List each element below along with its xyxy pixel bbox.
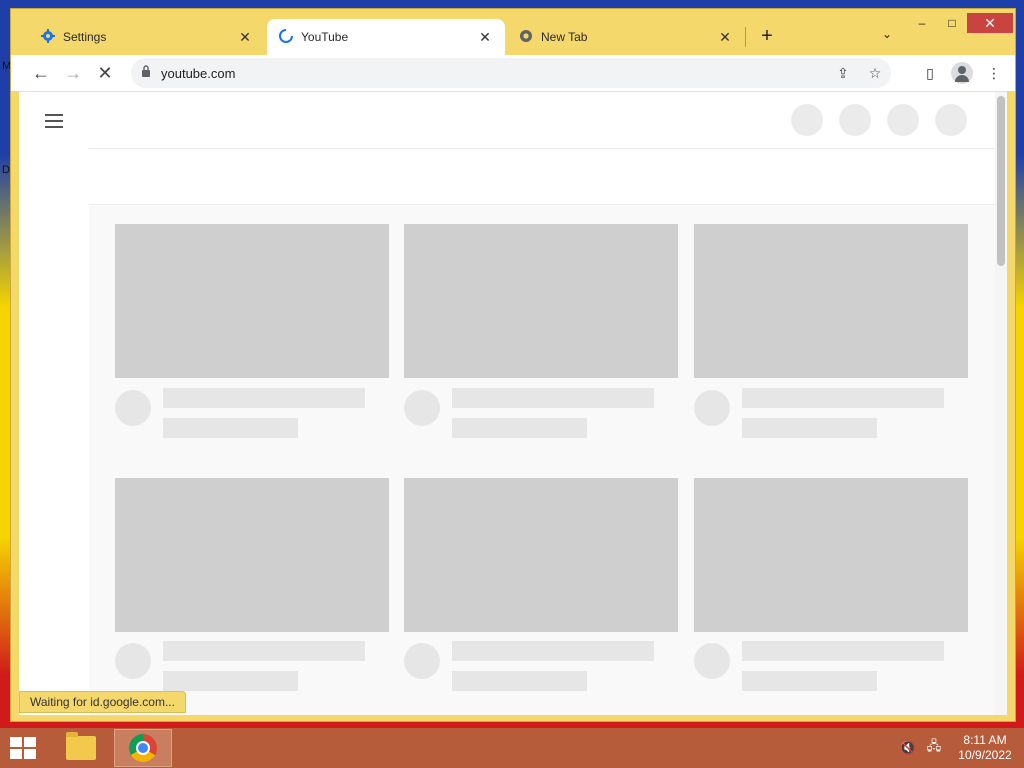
start-button[interactable]: [8, 736, 38, 760]
close-tab-button[interactable]: ✕: [477, 29, 493, 45]
new-tab-button[interactable]: +: [755, 25, 779, 49]
video-thumbnail-placeholder: [404, 478, 678, 632]
folder-icon: [66, 732, 96, 760]
tab-title: New Tab: [541, 30, 588, 44]
hamburger-menu-icon[interactable]: [45, 114, 63, 132]
vertical-scrollbar[interactable]: [995, 92, 1007, 715]
system-tray: 🔇 🖧 8:11 AM 10/9/2022: [898, 728, 1024, 768]
avatar: [951, 62, 973, 84]
taskbar-file-explorer[interactable]: [52, 729, 110, 767]
meta-placeholder: [163, 418, 298, 438]
loading-spinner-icon: [279, 28, 293, 46]
clock-time: 8:11 AM: [963, 733, 1007, 747]
gear-icon: [41, 28, 55, 46]
channel-avatar-placeholder: [404, 643, 440, 679]
video-grid: [89, 206, 995, 715]
network-icon[interactable]: 🖧: [924, 738, 944, 758]
maximize-button[interactable]: □: [937, 13, 967, 33]
meta-placeholder: [452, 671, 587, 691]
tab-youtube[interactable]: YouTube ✕: [267, 19, 505, 55]
address-bar[interactable]: youtube.com ⇪ ☆: [131, 58, 891, 88]
menu-kebab-icon[interactable]: ⋮: [983, 61, 1005, 85]
tab-strip: Settings ✕ YouTube ✕ New Tab ✕ + ⌄ – □ ✕: [11, 9, 1015, 55]
channel-avatar-placeholder: [404, 390, 440, 426]
url-text: youtube.com: [161, 65, 236, 81]
chrome-icon: [129, 734, 157, 762]
stop-button[interactable]: ✕: [91, 59, 119, 87]
browser-toolbar: ← → ✕ youtube.com ⇪ ☆ ▯ ⋮: [11, 55, 1015, 91]
taskbar-chrome[interactable]: [114, 729, 172, 767]
share-icon[interactable]: ⇪: [833, 63, 853, 83]
tab-separator: [745, 27, 746, 47]
video-thumbnail-placeholder: [694, 478, 968, 632]
profile-button[interactable]: [951, 61, 973, 85]
close-tab-button[interactable]: ✕: [237, 29, 253, 45]
clock-date: 10/9/2022: [958, 748, 1012, 762]
header-placeholder-circle: [887, 104, 919, 136]
tab-search-button[interactable]: ⌄: [877, 27, 897, 47]
bookmark-star-icon[interactable]: ☆: [865, 63, 885, 83]
video-thumbnail-placeholder: [694, 224, 968, 378]
title-placeholder: [452, 388, 654, 408]
title-placeholder: [163, 388, 365, 408]
tab-title: YouTube: [301, 30, 349, 44]
header-placeholder-circle: [791, 104, 823, 136]
omnibox-actions: ⇪ ☆: [833, 63, 885, 83]
status-bubble: Waiting for id.google.com...: [19, 691, 186, 713]
channel-avatar-placeholder: [694, 643, 730, 679]
desktop-icon-label-d: D: [2, 164, 10, 176]
title-placeholder: [742, 641, 944, 661]
meta-placeholder: [742, 418, 877, 438]
page-viewport: [19, 91, 1007, 715]
side-panel-icon[interactable]: ▯: [919, 61, 941, 85]
meta-placeholder: [742, 671, 877, 691]
chrome-icon: [519, 29, 533, 46]
clock[interactable]: 8:11 AM 10/9/2022: [950, 733, 1020, 763]
back-button[interactable]: ←: [27, 59, 55, 87]
close-window-button[interactable]: ✕: [967, 13, 1013, 33]
window-controls: – □ ✕: [907, 13, 1013, 33]
video-thumbnail-placeholder: [404, 224, 678, 378]
browser-window: Settings ✕ YouTube ✕ New Tab ✕ + ⌄ – □ ✕: [10, 8, 1016, 722]
toolbar-right: ▯ ⋮: [919, 61, 1005, 85]
meta-placeholder: [163, 671, 298, 691]
channel-avatar-placeholder: [694, 390, 730, 426]
title-placeholder: [163, 641, 365, 661]
tab-title: Settings: [63, 30, 107, 44]
video-thumbnail-placeholder: [115, 224, 389, 378]
taskbar: 🔇 🖧 8:11 AM 10/9/2022: [0, 728, 1024, 768]
meta-placeholder: [452, 418, 587, 438]
forward-button[interactable]: →: [59, 59, 87, 87]
channel-avatar-placeholder: [115, 390, 151, 426]
header-placeholder-circle: [839, 104, 871, 136]
scrollbar-thumb[interactable]: [997, 96, 1005, 266]
minimize-button[interactable]: –: [907, 13, 937, 33]
volume-muted-icon[interactable]: 🔇: [898, 738, 918, 758]
video-thumbnail-placeholder: [115, 478, 389, 632]
lock-icon: [141, 64, 151, 82]
tab-new-tab[interactable]: New Tab ✕: [507, 19, 745, 55]
channel-avatar-placeholder: [115, 643, 151, 679]
tab-settings[interactable]: Settings ✕: [29, 19, 265, 55]
close-tab-button[interactable]: ✕: [717, 29, 733, 45]
chip-bar-placeholder: [89, 149, 1007, 205]
title-placeholder: [452, 641, 654, 661]
header-placeholder-circle: [935, 104, 967, 136]
title-placeholder: [742, 388, 944, 408]
